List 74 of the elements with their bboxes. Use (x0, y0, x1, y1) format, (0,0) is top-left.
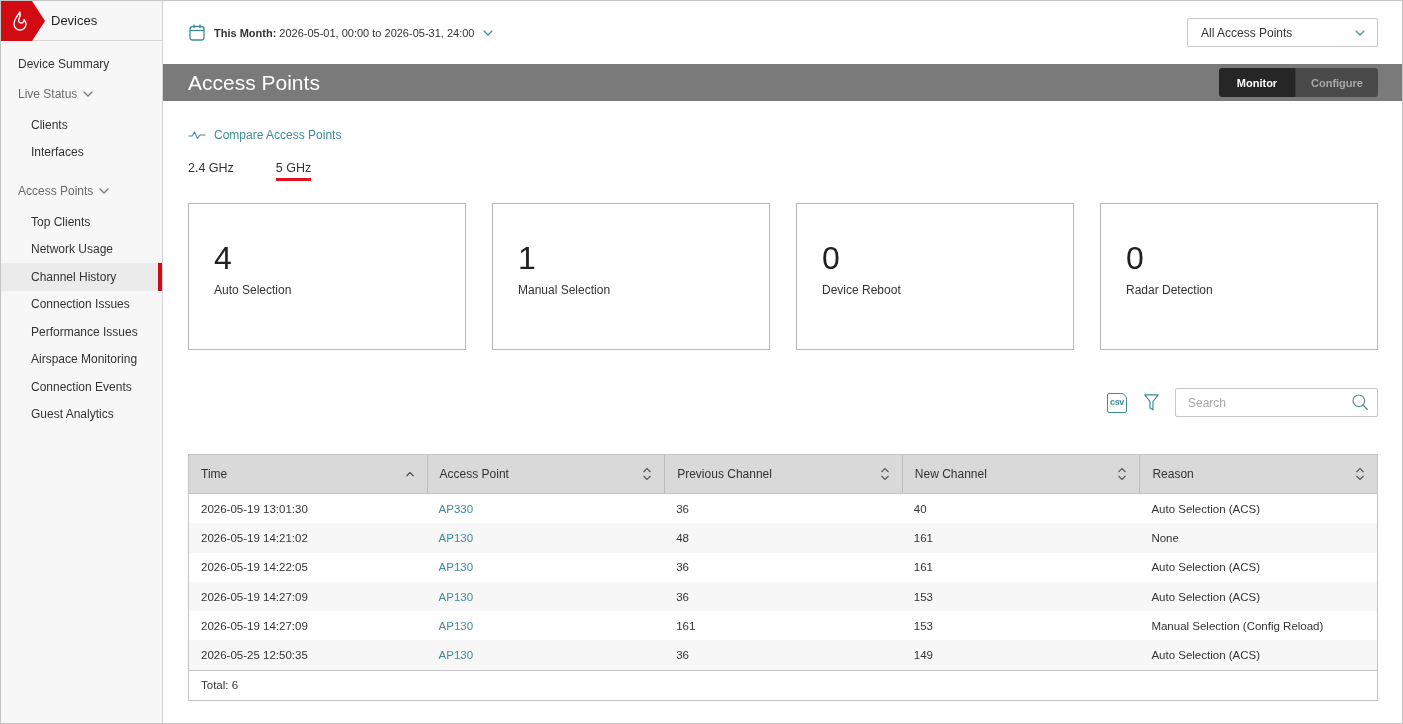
access-point-link[interactable]: AP130 (438, 619, 474, 632)
column-header[interactable]: Access Point (426, 455, 665, 493)
filter-icon[interactable] (1144, 394, 1159, 411)
band-tab[interactable]: 2.4 GHz (188, 161, 234, 181)
nav-item[interactable]: Connection Issues (1, 290, 162, 318)
table-cell-text: 161 (912, 561, 934, 574)
table-cell-text: 153 (912, 590, 934, 603)
table-cell-text: 36 (675, 590, 690, 603)
nav-item[interactable]: Airspace Monitoring (1, 345, 162, 373)
stat-value: 0 (822, 240, 840, 276)
table-cell-text: Auto Selection (ACS) (1150, 502, 1262, 515)
nav-item[interactable]: Network Usage (1, 235, 162, 263)
table-cell-text: 2026-05-19 13:01:30 (200, 502, 309, 515)
csv-export-button[interactable]: csv (1107, 392, 1127, 413)
stat-label: Auto Selection (214, 283, 292, 297)
table-cell-text: 2026-05-19 14:21:02 (200, 531, 309, 544)
table-cell-text: 40 (912, 502, 928, 515)
calendar-icon (189, 24, 205, 41)
date-range-picker[interactable]: This Month: 2026-05-01, 00:00 to 2026-05-31, 24:00 (189, 24, 494, 41)
mode-tab[interactable]: Configure (1295, 68, 1378, 97)
table-footer: Total: 6 (189, 669, 1377, 700)
stat-value: 4 (214, 240, 232, 276)
access-point-link[interactable]: AP130 (438, 590, 474, 603)
nav-item[interactable]: Performance Issues (1, 318, 162, 346)
page-title: Access Points (188, 70, 320, 95)
column-header[interactable]: Reason (1139, 455, 1377, 493)
table-cell-text: 161 (675, 619, 697, 632)
nav-item[interactable]: Top Clients (1, 208, 162, 236)
table-cell-text: Manual Selection (Config Reload) (1150, 619, 1325, 632)
section-title: Devices (51, 13, 98, 28)
pulse-icon (188, 130, 206, 140)
nav-item[interactable]: Interfaces (1, 138, 162, 166)
stat-value: 1 (518, 240, 536, 276)
column-header[interactable]: New Channel (901, 455, 1140, 493)
nav-item[interactable]: Channel History (1, 263, 162, 291)
column-header[interactable]: Previous Channel (664, 455, 902, 493)
table-cell-text: 48 (675, 531, 690, 544)
nav-item[interactable]: Connection Events (1, 373, 162, 401)
search-field[interactable]: Search (1175, 388, 1378, 417)
table-cell-text: 153 (912, 619, 934, 632)
table-cell-text: Auto Selection (ACS) (1150, 561, 1262, 574)
mode-tab[interactable]: Monitor (1219, 68, 1295, 97)
table-cell-text: 2026-05-19 14:27:09 (200, 590, 309, 603)
column-header[interactable]: Time (189, 455, 427, 493)
table-cell-text: 149 (912, 649, 934, 662)
table-cell-text: 161 (912, 531, 934, 544)
table-cell-text: Auto Selection (ACS) (1150, 590, 1262, 603)
nav-item[interactable]: Clients (1, 111, 162, 139)
access-point-link[interactable]: AP130 (438, 531, 474, 544)
chevron-down-icon (83, 89, 94, 99)
nav-item[interactable]: Guest Analytics (1, 400, 162, 428)
stat-label: Manual Selection (518, 283, 611, 297)
nav-item[interactable]: Device Summary (1, 49, 162, 79)
stat-label: Radar Detection (1126, 283, 1213, 297)
table-cell-text: 2026-05-19 14:22:05 (200, 561, 309, 574)
table-cell-text: 36 (675, 649, 690, 662)
access-point-link[interactable]: AP130 (438, 561, 474, 574)
table-cell-text: 36 (675, 561, 690, 574)
nav-group[interactable]: Live Status (1, 79, 162, 109)
chevron-down-icon (99, 186, 110, 196)
table-cell-text: 2026-05-19 14:27:09 (200, 619, 309, 632)
band-tab[interactable]: 5 GHz (275, 161, 312, 181)
access-point-link[interactable]: AP330 (438, 502, 474, 515)
table-cell-text: None (1150, 531, 1180, 544)
table-cell-text: 2026-05-25 12:50:35 (200, 649, 309, 662)
access-point-select[interactable]: All Access Points (1187, 18, 1378, 47)
stat-value: 0 (1126, 240, 1144, 276)
compare-link[interactable]: Compare Access Points (188, 127, 342, 143)
table-cell-text: 36 (675, 502, 690, 515)
nav-group[interactable]: Access Points (1, 176, 162, 206)
search-icon (1352, 394, 1368, 410)
access-point-link[interactable]: AP130 (438, 649, 474, 662)
stat-label: Device Reboot (822, 283, 901, 297)
table-cell-text: Auto Selection (ACS) (1150, 649, 1262, 662)
